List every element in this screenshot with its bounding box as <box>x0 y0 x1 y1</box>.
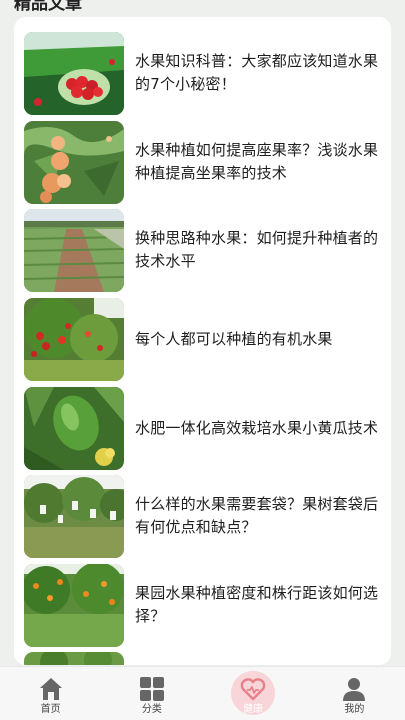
article-item[interactable]: 每个人都可以种植的有机水果 <box>24 297 384 381</box>
article-thumbnail-cucumber <box>24 386 124 470</box>
home-icon <box>39 678 62 700</box>
article-item[interactable]: 水肥一体化高效栽培水果小黄瓜技术 <box>24 386 384 470</box>
tab-label: 我的 <box>344 704 365 715</box>
article-thumbnail-peach <box>24 120 124 204</box>
tab-mine[interactable]: 我的 <box>314 667 394 720</box>
article-item[interactable]: 换种思路种水果：如何提升种植者的技术水平 <box>24 208 384 292</box>
article-title: 果园水果种植密度和株行距该如何选择？ <box>135 584 379 625</box>
article-title: 水肥一体化高效栽培水果小黄瓜技术 <box>135 418 379 437</box>
article-item[interactable] <box>24 651 384 665</box>
article-thumbnail-farmland <box>24 208 124 292</box>
article-list: 水果知识科普：大家都应该知道水果的7个小秘密！ 水果种植如何提高座果率？浅谈水果… <box>14 17 391 665</box>
article-title: 水果知识科普：大家都应该知道水果的7个小秘密！ <box>135 52 379 93</box>
article-item[interactable]: 水果知识科普：大家都应该知道水果的7个小秘密！ <box>24 31 384 115</box>
section-title: 精品文章 <box>14 0 82 14</box>
article-item[interactable]: 果园水果种植密度和株行距该如何选择？ <box>24 563 384 647</box>
article-title: 什么样的水果需要套袋？果树套袋后有何优点和缺点？ <box>135 495 379 536</box>
tab-health[interactable]: 健康 <box>213 667 293 720</box>
article-thumbnail-bagged-fruit <box>24 474 124 558</box>
tab-home[interactable]: 首页 <box>11 667 91 720</box>
article-item[interactable]: 水果种植如何提高座果率？浅谈水果种植提高坐果率的技术 <box>24 120 384 204</box>
bottom-tab-bar: 首页 分类 健康 我的 <box>0 666 405 720</box>
tab-label: 健康 <box>243 704 264 715</box>
article-thumbnail-partial <box>24 651 124 665</box>
heart-icon <box>240 678 266 701</box>
tab-label: 分类 <box>141 704 162 715</box>
grid-icon <box>139 677 164 701</box>
article-thumbnail-orange-orchard <box>24 563 124 647</box>
tab-category[interactable]: 分类 <box>112 667 192 720</box>
user-icon <box>343 678 366 701</box>
article-title: 水果种植如何提高座果率？浅谈水果种植提高坐果率的技术 <box>135 141 379 182</box>
article-thumbnail-strawberry <box>24 31 124 115</box>
article-thumbnail-orchard <box>24 297 124 381</box>
article-title: 换种思路种水果：如何提升种植者的技术水平 <box>135 229 379 270</box>
article-title: 每个人都可以种植的有机水果 <box>135 329 333 348</box>
article-item[interactable]: 什么样的水果需要套袋？果树套袋后有何优点和缺点？ <box>24 474 384 558</box>
tab-label: 首页 <box>40 704 61 715</box>
